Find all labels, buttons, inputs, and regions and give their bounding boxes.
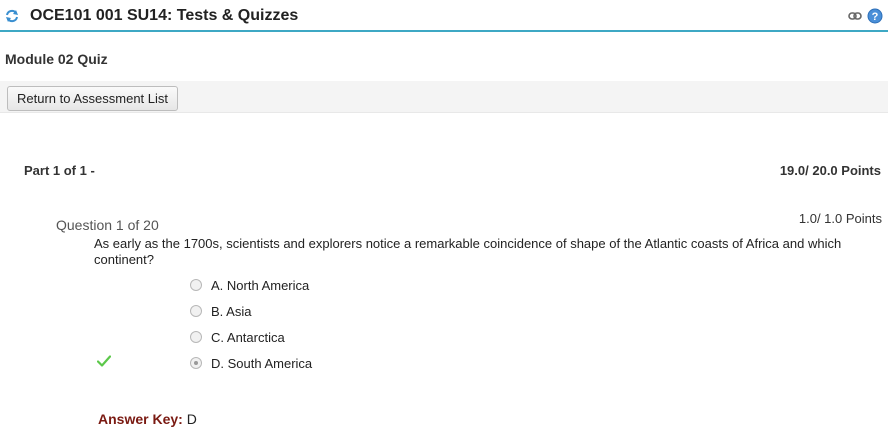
radio-button-selected[interactable] xyxy=(190,357,202,369)
answer-option-b[interactable]: B. Asia xyxy=(190,302,251,320)
tool-title: OCE101 001 SU14: Tests & Quizzes xyxy=(30,7,299,24)
radio-button[interactable] xyxy=(190,279,202,291)
part-points: 19.0/ 20.0 Points xyxy=(779,163,881,178)
radio-button[interactable] xyxy=(190,331,202,343)
tool-titlebar: OCE101 001 SU14: Tests & Quizzes ? xyxy=(0,0,888,32)
answer-option-label: B. Asia xyxy=(211,303,252,319)
link-icon[interactable] xyxy=(848,10,862,22)
answer-option-label: D. South America xyxy=(211,355,313,371)
answer-key-value: D xyxy=(186,411,197,427)
question-text: As early as the 1700s, scientists and ex… xyxy=(94,236,842,267)
reset-icon[interactable] xyxy=(5,9,19,23)
answer-option-d[interactable]: D. South America xyxy=(190,354,312,372)
question-points: 1.0/ 1.0 Points xyxy=(798,211,882,226)
help-icon[interactable]: ? xyxy=(867,8,883,24)
return-to-assessment-list-button[interactable]: Return to Assessment List xyxy=(7,86,179,111)
answer-option-label: C. Antarctica xyxy=(211,329,285,345)
part-label: Part 1 of 1 - xyxy=(24,163,95,178)
correct-check-icon xyxy=(97,355,111,367)
answer-key-label: Answer Key: xyxy=(98,411,183,427)
question-number: Question 1 of 20 xyxy=(56,217,159,233)
answer-option-c[interactable]: C. Antarctica xyxy=(190,328,285,346)
assessment-title: Module 02 Quiz xyxy=(5,51,108,67)
answer-option-label: A. North America xyxy=(211,277,310,293)
answer-option-a[interactable]: A. North America xyxy=(190,276,309,294)
svg-text:?: ? xyxy=(872,11,879,23)
answer-key: Answer Key: D xyxy=(98,411,197,427)
radio-button[interactable] xyxy=(190,305,202,317)
